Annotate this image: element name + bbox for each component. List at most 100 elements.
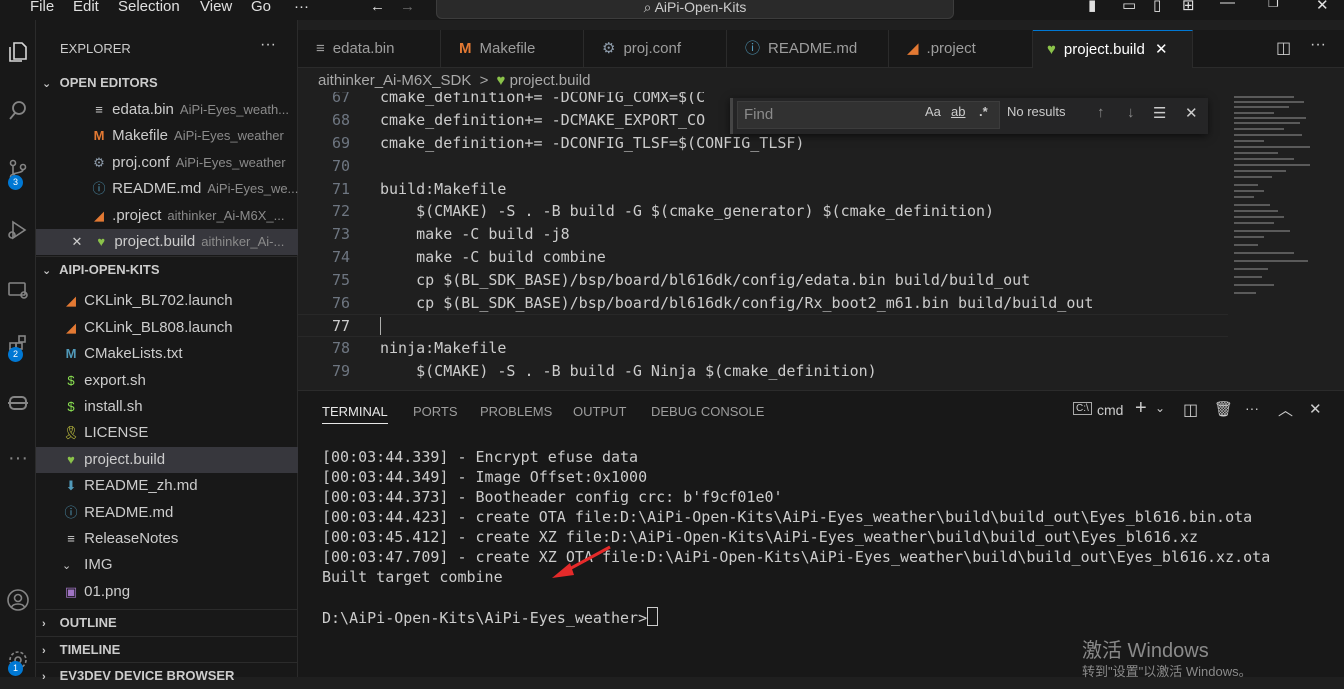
line-number: 74 — [331, 248, 350, 266]
tab-edata[interactable]: ≡ edata.bin — [298, 30, 441, 68]
tab-makefile[interactable]: M Makefile — [441, 30, 584, 68]
extensions-badge: 2 — [8, 347, 23, 362]
panel-more-icon[interactable]: ··· — [1245, 400, 1259, 416]
open-editor-desc: AiPi-Eyes_we... — [207, 181, 299, 196]
rss-icon: ◢ — [94, 208, 104, 223]
trash-icon[interactable]: 🗑 — [1214, 400, 1233, 418]
forward-arrow-icon[interactable]: → — [400, 0, 415, 15]
folder-label: AIPI-OPEN-KITS — [59, 262, 160, 277]
tab-terminal[interactable]: TERMINAL — [322, 404, 388, 424]
menu-more[interactable]: ··· — [294, 0, 309, 15]
file-name: README.md — [84, 504, 174, 521]
remote-explorer-icon[interactable] — [0, 270, 36, 310]
file-exportsh[interactable]: $ export.sh — [36, 368, 323, 394]
open-editors-header[interactable]: ⌄ OPEN EDITORS — [36, 70, 303, 96]
file-01png[interactable]: ▣ 01.png — [36, 579, 323, 605]
terminal-shell-label[interactable]: cmd — [1097, 402, 1123, 418]
open-editor-desc: aithinker_Ai-M6X_... — [167, 208, 285, 223]
tab-problems[interactable]: PROBLEMS — [480, 404, 552, 419]
back-arrow-icon[interactable]: ← — [370, 0, 385, 15]
customize-layout-icon[interactable]: ⊞ — [1182, 0, 1195, 14]
match-whole-word-toggle[interactable]: ab — [951, 104, 965, 119]
activity-bar: 3 2 ··· 1 — [0, 20, 36, 677]
shell-icon: $ — [67, 373, 75, 388]
file-readme[interactable]: ⓘ README.md — [36, 500, 323, 526]
file-readme-zh[interactable]: ⬇ README_zh.md — [36, 473, 323, 499]
close-window-icon[interactable]: ✕ — [1316, 0, 1329, 14]
account-icon[interactable] — [0, 580, 36, 620]
open-editor-projectbuild[interactable]: ✕ ♥ project.build aithinker_Ai-... — [36, 229, 327, 255]
command-center-search[interactable]: ⌕ AiPi-Open-Kits — [436, 0, 954, 19]
menu-edit[interactable]: Edit — [73, 0, 99, 15]
new-terminal-icon[interactable]: + — [1135, 397, 1147, 420]
tab-project[interactable]: ◢ .project — [889, 30, 1033, 68]
chevron-down-icon: ⌄ — [62, 560, 72, 572]
tab-projectbuild[interactable]: ♥ project.build ✕ — [1033, 30, 1193, 68]
file-installsh[interactable]: $ install.sh — [36, 394, 323, 420]
regex-toggle[interactable]: .* — [979, 104, 988, 119]
restore-icon[interactable]: ❐ — [1268, 0, 1279, 10]
line-number: 76 — [331, 294, 350, 312]
rss-icon: ◢ — [66, 293, 76, 308]
close-icon[interactable]: ✕ — [66, 229, 88, 255]
code-line: 70 — [298, 155, 1228, 178]
menu-file[interactable]: File — [30, 0, 54, 15]
heart-icon: ♥ — [1047, 41, 1056, 58]
editor-more-icon[interactable]: ··· — [1310, 36, 1326, 54]
toggle-secondary-sidebar-icon[interactable]: ▯ — [1153, 0, 1161, 14]
toggle-primary-sidebar-icon[interactable]: ▮ — [1088, 0, 1096, 14]
file-name: 01.png — [84, 583, 131, 600]
more-views-icon[interactable]: ··· — [0, 438, 36, 478]
file-cklink808[interactable]: ◢ CKLink_BL808.launch — [36, 315, 323, 341]
tab-ports[interactable]: PORTS — [413, 404, 458, 419]
tab-output[interactable]: OUTPUT — [573, 404, 626, 419]
folder-img[interactable]: ⌄ IMG — [36, 552, 323, 578]
device-icon[interactable] — [0, 383, 36, 423]
run-debug-icon[interactable] — [0, 210, 36, 250]
close-tab-icon[interactable]: ✕ — [1155, 41, 1168, 58]
folder-header[interactable]: ⌄ AIPI-OPEN-KITS — [36, 256, 303, 283]
line-number: 77 — [331, 317, 350, 335]
match-case-toggle[interactable]: Aa — [925, 104, 941, 119]
open-editor-name: Makefile — [112, 127, 169, 144]
file-cklink702[interactable]: ◢ CKLink_BL702.launch — [36, 288, 323, 314]
close-find-icon[interactable]: ✕ — [1185, 104, 1198, 122]
menu-go[interactable]: Go — [251, 0, 271, 15]
explorer-icon[interactable] — [0, 32, 36, 72]
ev3dev-header[interactable]: › EV3DEV DEVICE BROWSER — [36, 662, 303, 689]
maximize-panel-icon[interactable]: ︿ — [1278, 399, 1293, 420]
menu-selection[interactable]: Selection — [118, 0, 180, 15]
toggle-panel-icon[interactable]: ▭ — [1122, 0, 1136, 14]
breadcrumb-file[interactable]: project.build — [510, 72, 591, 89]
explorer-more-icon[interactable]: ··· — [260, 36, 276, 54]
file-cmakelists[interactable]: M CMakeLists.txt — [36, 341, 323, 367]
breadcrumb-folder[interactable]: aithinker_Ai-M6X_SDK — [318, 72, 471, 89]
minimize-icon[interactable]: — — [1220, 0, 1235, 11]
file-license[interactable]: 🎗 LICENSE — [36, 420, 323, 446]
menu-view[interactable]: View — [200, 0, 232, 15]
code-editor[interactable]: 67 cmake_definition+= -DCONFIG_COMX=$(C 6… — [298, 92, 1344, 390]
outline-header[interactable]: › OUTLINE — [36, 609, 303, 636]
terminal-prompt[interactable]: D:\AiPi-Open-Kits\AiPi-Eyes_weather> — [322, 607, 659, 627]
split-editor-icon[interactable]: ◫ — [1276, 38, 1291, 58]
open-editor-name: .project — [112, 207, 162, 224]
search-icon[interactable] — [0, 90, 36, 130]
split-terminal-icon[interactable]: ◫ — [1183, 400, 1198, 420]
file-projectbuild[interactable]: ♥ project.build — [36, 447, 323, 473]
minimap[interactable] — [1234, 92, 1329, 390]
tab-projconf[interactable]: ⚙ proj.conf — [584, 30, 727, 68]
terminal-line: Built target combine — [322, 568, 503, 586]
folder-name: IMG — [84, 556, 113, 573]
next-match-icon[interactable]: ↓ — [1127, 104, 1135, 121]
open-editor-desc: aithinker_Ai-... — [201, 234, 285, 249]
timeline-header[interactable]: › TIMELINE — [36, 636, 303, 663]
tab-readme[interactable]: ⓘ README.md — [727, 30, 889, 68]
open-editor-name: proj.conf — [112, 154, 170, 171]
find-in-selection-icon[interactable]: ☰ — [1153, 104, 1166, 122]
tab-debug-console[interactable]: DEBUG CONSOLE — [651, 404, 764, 419]
file-name: project.build — [84, 451, 166, 468]
previous-match-icon[interactable]: ↑ — [1097, 104, 1105, 121]
chevron-down-icon[interactable]: ⌄ — [1155, 401, 1165, 415]
file-releasenotes[interactable]: ≡ ReleaseNotes — [36, 526, 323, 552]
close-panel-icon[interactable]: ✕ — [1309, 400, 1322, 418]
